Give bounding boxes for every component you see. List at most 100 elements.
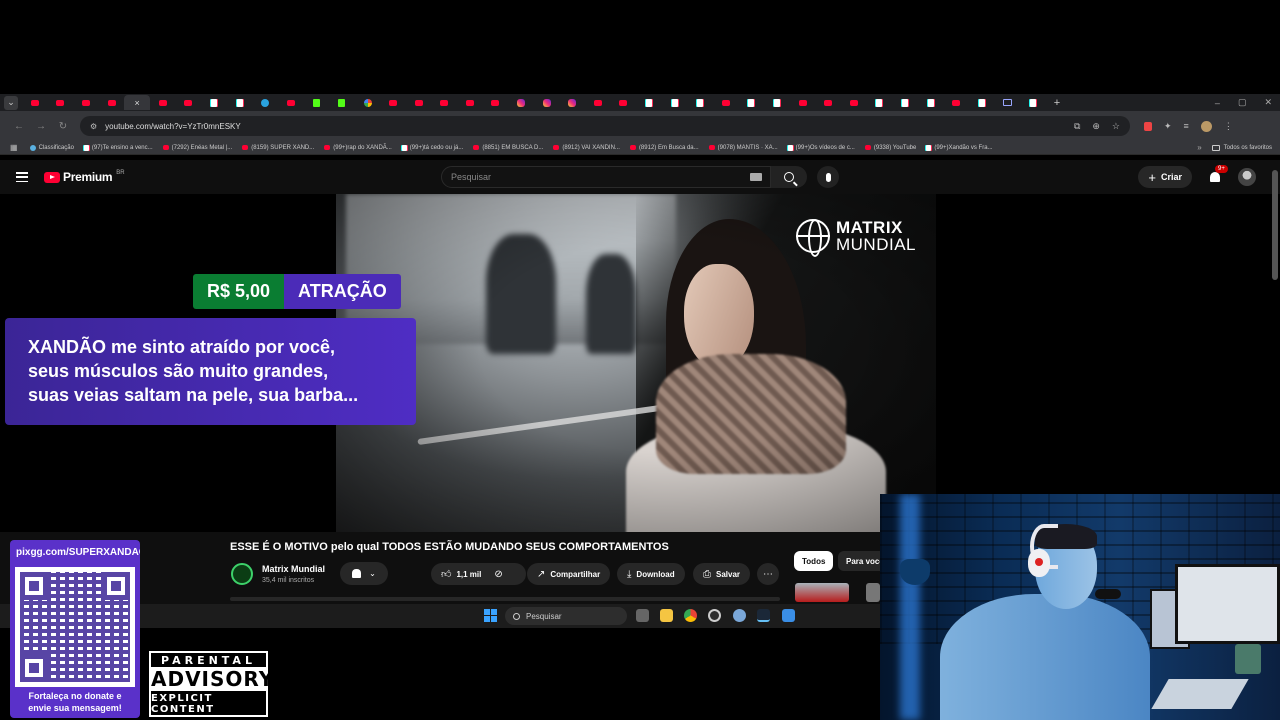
browser-tab[interactable] bbox=[534, 95, 560, 110]
like-icon[interactable]: 👍︎ bbox=[441, 568, 451, 580]
bookmarks-overflow-button[interactable]: » bbox=[1197, 143, 1201, 152]
browser-tab[interactable] bbox=[99, 95, 125, 110]
chrome-icon[interactable] bbox=[684, 609, 697, 622]
menu-hamburger-icon[interactable] bbox=[16, 172, 28, 182]
browser-tab[interactable] bbox=[73, 95, 99, 110]
save-button[interactable]: ⎙ Salvar bbox=[693, 563, 751, 585]
browser-tab[interactable] bbox=[329, 95, 355, 110]
settings-gear-icon[interactable] bbox=[733, 609, 746, 622]
bookmark-item[interactable]: (8159) SUPER XAND... bbox=[242, 145, 314, 151]
browser-tab[interactable] bbox=[995, 95, 1021, 110]
site-info-icon[interactable]: ⚙ bbox=[90, 122, 97, 131]
browser-tab[interactable] bbox=[150, 95, 176, 110]
download-button[interactable]: ⤓ Download bbox=[617, 563, 685, 585]
description-box[interactable] bbox=[230, 597, 780, 601]
close-window-button[interactable]: ✕ bbox=[1264, 97, 1272, 108]
bookmark-item[interactable]: (99+)Xandão vs Fra... bbox=[926, 144, 993, 151]
browser-tab[interactable] bbox=[227, 95, 253, 110]
browser-tab[interactable] bbox=[969, 95, 995, 110]
chip-all[interactable]: Todos bbox=[794, 551, 834, 571]
back-icon[interactable]: ← bbox=[8, 121, 30, 132]
obs-icon[interactable] bbox=[708, 609, 721, 622]
subscription-bell-button[interactable]: ⌄ bbox=[340, 562, 388, 585]
browser-tab[interactable] bbox=[483, 95, 509, 110]
browser-tab[interactable] bbox=[636, 95, 662, 110]
browser-tab[interactable] bbox=[380, 95, 406, 110]
bookmark-item[interactable]: (99+)tá cedo ou já... bbox=[401, 144, 463, 151]
recommended-thumbnail[interactable] bbox=[866, 583, 880, 602]
media-control-icon[interactable]: ≡ bbox=[1184, 121, 1189, 131]
browser-tab[interactable] bbox=[508, 95, 534, 110]
browser-tab[interactable] bbox=[585, 95, 611, 110]
file-explorer-icon[interactable] bbox=[660, 609, 673, 622]
browser-tab[interactable] bbox=[764, 95, 790, 110]
zoom-icon[interactable]: ⊕ bbox=[1092, 121, 1100, 132]
browser-tab[interactable] bbox=[304, 95, 330, 110]
active-tab-close-button[interactable]: × bbox=[124, 95, 150, 110]
browser-tab[interactable] bbox=[406, 95, 432, 110]
browser-tab[interactable] bbox=[457, 95, 483, 110]
bookmark-item[interactable]: (8851) EM BUSCA D... bbox=[473, 145, 543, 151]
cast-icon[interactable]: ⧉ bbox=[1074, 121, 1080, 132]
bookmark-item[interactable]: (9338) YouTube bbox=[864, 145, 916, 151]
browser-tab[interactable] bbox=[278, 95, 304, 110]
address-bar[interactable]: ⚙ youtube.com/watch?v=YzTr0mnESKY ⧉ ⊕ ☆ bbox=[80, 116, 1130, 136]
browser-tab[interactable] bbox=[176, 95, 202, 110]
forward-icon[interactable]: → bbox=[30, 121, 52, 132]
browser-tab[interactable] bbox=[611, 95, 637, 110]
more-actions-button[interactable]: ⋯ bbox=[757, 563, 779, 585]
browser-tab[interactable] bbox=[355, 95, 381, 110]
page-scrollbar[interactable] bbox=[1272, 170, 1278, 280]
keyboard-icon[interactable] bbox=[750, 173, 762, 181]
steam-icon[interactable] bbox=[757, 609, 770, 622]
minimize-button[interactable]: – bbox=[1215, 98, 1220, 108]
windows-start-icon[interactable] bbox=[484, 609, 497, 622]
bookmark-item[interactable]: (97)Te ensino a venc... bbox=[83, 144, 153, 151]
browser-tab[interactable] bbox=[918, 95, 944, 110]
apps-grid-icon[interactable]: ▦ bbox=[10, 143, 18, 152]
bookmark-star-icon[interactable]: ☆ bbox=[1112, 121, 1120, 132]
browser-tab[interactable] bbox=[1020, 95, 1046, 110]
profile-avatar[interactable] bbox=[1200, 120, 1212, 132]
bookmark-item[interactable]: (99+)Os vídeos de c... bbox=[787, 144, 855, 151]
browser-tab[interactable] bbox=[713, 95, 739, 110]
browser-tab[interactable] bbox=[201, 95, 227, 110]
bookmark-item[interactable]: (8912) VAI XANDIN... bbox=[553, 145, 620, 151]
task-view-icon[interactable] bbox=[636, 609, 649, 622]
search-input[interactable]: Pesquisar bbox=[441, 166, 771, 188]
notifications-button[interactable]: 9+ bbox=[1208, 165, 1228, 184]
bookmark-item[interactable]: (7292) Enéas Metal |... bbox=[162, 145, 232, 151]
channel-avatar[interactable] bbox=[231, 563, 253, 585]
browser-tab[interactable] bbox=[867, 95, 893, 110]
youtube-logo[interactable]: Premium BR bbox=[44, 170, 125, 184]
new-tab-button[interactable]: + bbox=[1054, 97, 1060, 109]
browser-tab[interactable] bbox=[662, 95, 688, 110]
extension-icon[interactable] bbox=[1144, 121, 1152, 131]
voice-search-button[interactable] bbox=[817, 166, 839, 188]
browser-menu-icon[interactable]: ⋮ bbox=[1224, 121, 1233, 132]
recommended-thumbnail[interactable] bbox=[795, 583, 849, 602]
browser-tab[interactable] bbox=[687, 95, 713, 110]
browser-tab[interactable] bbox=[790, 95, 816, 110]
search-button[interactable] bbox=[771, 166, 807, 188]
maximize-button[interactable]: ▢ bbox=[1238, 97, 1247, 108]
dislike-icon[interactable]: ⊘ bbox=[494, 569, 502, 580]
browser-tab[interactable] bbox=[739, 95, 765, 110]
browser-tab[interactable] bbox=[22, 95, 48, 110]
extensions-puzzle-icon[interactable]: ✦ bbox=[1164, 121, 1172, 132]
taskbar-search[interactable]: Pesquisar bbox=[505, 607, 627, 625]
video-player[interactable]: MATRIX MUNDIAL bbox=[336, 194, 936, 532]
browser-tab[interactable] bbox=[432, 95, 458, 110]
browser-tab[interactable] bbox=[892, 95, 918, 110]
browser-tab[interactable] bbox=[559, 95, 585, 110]
browser-tab[interactable] bbox=[943, 95, 969, 110]
browser-tab[interactable] bbox=[841, 95, 867, 110]
share-button[interactable]: ↗ Compartilhar bbox=[527, 563, 611, 585]
browser-tab[interactable] bbox=[252, 95, 278, 110]
channel-name[interactable]: Matrix Mundial bbox=[262, 564, 325, 574]
account-avatar[interactable] bbox=[1238, 168, 1256, 186]
bookmark-item[interactable]: Classificação bbox=[29, 144, 74, 151]
like-count[interactable]: 1,1 mil bbox=[456, 570, 481, 579]
app-icon[interactable] bbox=[782, 609, 795, 622]
bookmark-item[interactable]: (9078) MANTIS · XA... bbox=[708, 145, 778, 151]
